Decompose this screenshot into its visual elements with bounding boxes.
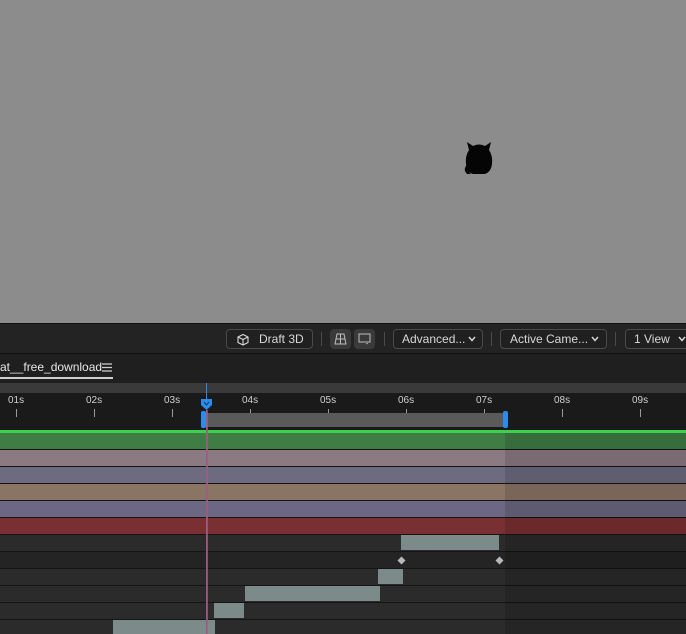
grid-icon — [334, 333, 347, 345]
timeline-tab-strip: at__free_download — [0, 353, 686, 383]
region-icon — [358, 333, 371, 345]
playhead-indicator-line — [206, 383, 207, 399]
keyframe-icon[interactable] — [397, 556, 406, 565]
work-area-end-handle[interactable] — [503, 411, 508, 428]
chevron-down-icon — [678, 336, 686, 342]
region-of-interest-button[interactable] — [354, 329, 375, 349]
layer-clip[interactable] — [245, 586, 380, 601]
playhead-line-shadow — [207, 410, 208, 634]
keyframe-icon[interactable] — [495, 556, 504, 565]
tick-label: 05s — [320, 395, 337, 406]
camera-dropdown[interactable]: Active Came... — [500, 329, 607, 349]
layer-clip[interactable] — [113, 620, 215, 634]
chevron-down-icon — [591, 336, 599, 342]
tick-label: 09s — [632, 395, 649, 406]
tick-label: 03s — [164, 395, 181, 406]
view-layout-dropdown[interactable]: 1 View — [625, 329, 686, 349]
cat-silhouette-icon — [464, 142, 493, 174]
grid-toggle-button[interactable] — [330, 329, 351, 349]
tick-label: 07s — [476, 395, 493, 406]
active-tab-indicator — [0, 377, 113, 379]
renderer-dropdown[interactable]: Advanced... — [393, 329, 483, 349]
tick-mark — [94, 409, 95, 417]
tick-label: 06s — [398, 395, 415, 406]
tick-label: 08s — [554, 395, 571, 406]
tick-mark — [16, 409, 17, 417]
hamburger-menu-icon[interactable] — [102, 363, 112, 372]
layer-clip[interactable] — [378, 569, 403, 584]
toolbar-separator — [615, 332, 616, 346]
chevron-down-icon — [468, 336, 476, 342]
toolbar-separator — [491, 332, 492, 346]
tick-label: 01s — [8, 395, 25, 406]
draft-3d-label: Draft 3D — [259, 332, 304, 346]
view-layout-label: 1 View — [634, 332, 670, 346]
tick-mark — [640, 409, 641, 417]
viewer-toolbar: Draft 3D Advanced... Active Came... 1 Vi… — [0, 323, 686, 353]
layer-clip[interactable] — [214, 603, 244, 618]
outside-work-area-overlay — [505, 433, 686, 634]
tick-label: 02s — [86, 395, 103, 406]
toolbar-separator — [384, 332, 385, 346]
tick-mark — [562, 409, 563, 417]
time-navigator-bar[interactable] — [0, 383, 686, 393]
camera-label: Active Came... — [510, 332, 589, 346]
cube-icon — [237, 333, 249, 346]
tick-label: 04s — [242, 395, 259, 406]
draft-3d-button[interactable]: Draft 3D — [226, 329, 313, 349]
work-area-bar[interactable] — [203, 413, 505, 427]
renderer-label: Advanced... — [402, 332, 466, 346]
toolbar-separator — [321, 332, 322, 346]
composition-tab[interactable]: at__free_download — [0, 360, 102, 374]
tick-mark — [172, 409, 173, 417]
composition-viewer[interactable] — [0, 0, 686, 323]
layer-clip[interactable] — [401, 535, 499, 550]
